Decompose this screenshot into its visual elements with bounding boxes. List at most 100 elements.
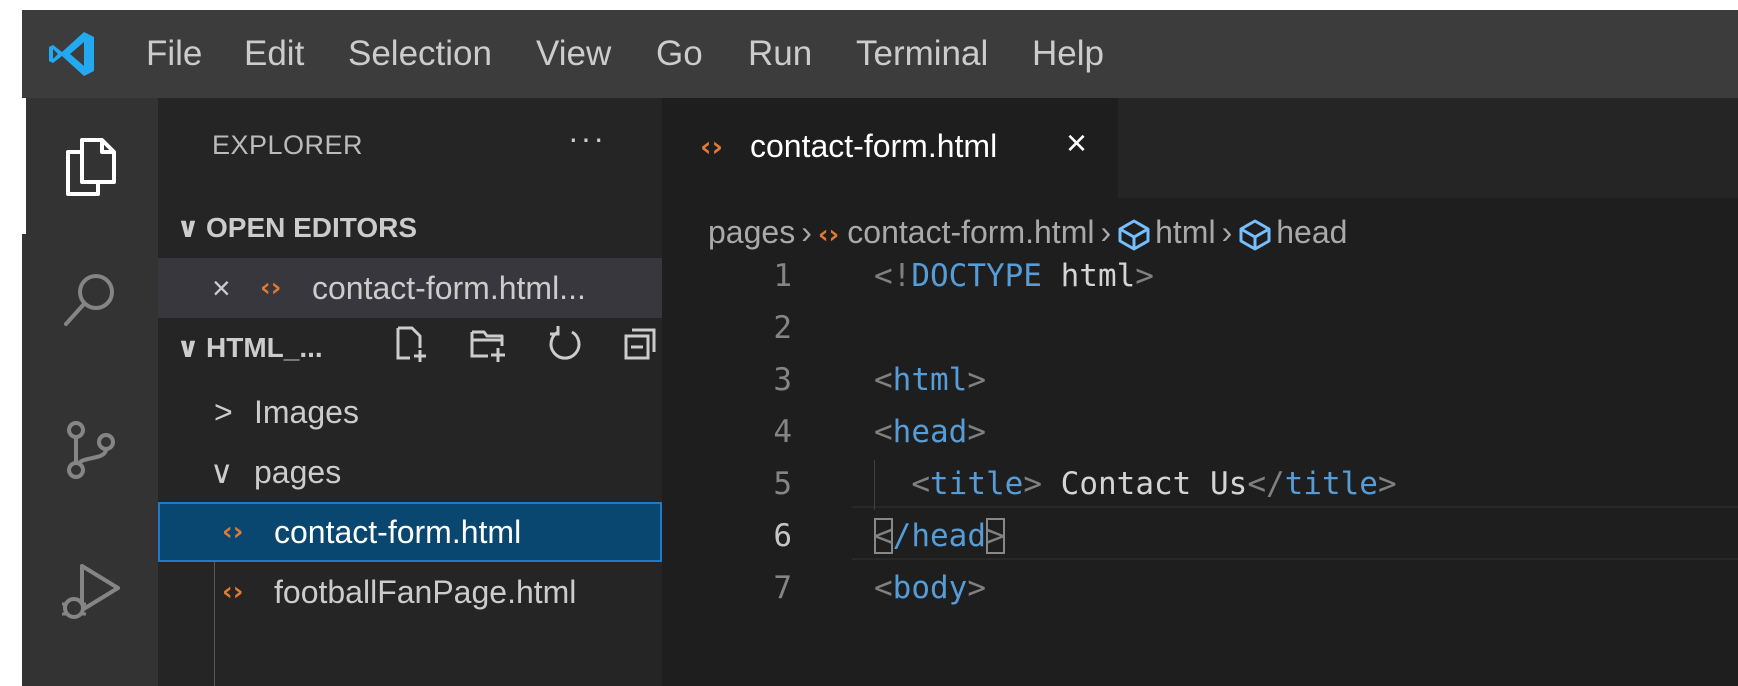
new-folder-icon[interactable] [468, 324, 508, 364]
breadcrumb-head[interactable]: head [1276, 214, 1347, 250]
workspace-label: HTML_... [206, 332, 323, 363]
element-symbol-icon [1118, 219, 1150, 251]
code-token: title [930, 466, 1024, 502]
file-contact-form[interactable]: ‹› contact-form.html [158, 502, 662, 562]
code-token: < [874, 570, 893, 606]
code-token: > [1377, 466, 1397, 502]
open-editor-label: contact-form.html... [312, 270, 586, 306]
code-token: > [1023, 466, 1042, 502]
close-icon[interactable]: × [1066, 122, 1087, 164]
folder-label: pages [254, 454, 342, 490]
code-token: DOCTYPE [911, 258, 1061, 294]
chevron-down-icon: ∨ [176, 332, 200, 363]
explorer-icon[interactable] [56, 132, 124, 200]
menu-edit[interactable]: Edit [244, 32, 304, 76]
breadcrumb-html[interactable]: html [1155, 214, 1215, 250]
code-line[interactable]: 6 </head> [662, 510, 1738, 562]
html-file-icon: ‹› [700, 130, 724, 163]
open-editors-header[interactable]: ∨ OPEN EDITORS [170, 202, 417, 254]
explorer-title: EXPLORER [212, 130, 364, 160]
code-token: > [967, 570, 986, 606]
chevron-down-icon: ∨ [176, 212, 200, 243]
folder-pages[interactable]: ∨ pages [158, 442, 662, 502]
collapse-all-icon[interactable] [620, 324, 660, 364]
code-token: html [892, 362, 968, 398]
search-icon[interactable] [56, 266, 124, 334]
menu-selection[interactable]: Selection [348, 32, 492, 76]
code-line[interactable]: 2 [662, 302, 1738, 354]
line-number: 4 [773, 414, 792, 450]
source-control-icon[interactable] [56, 416, 124, 484]
html-file-icon: ‹› [260, 273, 282, 303]
tab-label: contact-form.html [750, 128, 998, 164]
code-token: < [874, 414, 893, 450]
breadcrumb-folder[interactable]: pages [708, 214, 795, 250]
code-token: < [874, 518, 893, 554]
code-token: title [1284, 466, 1378, 502]
vscode-window: File Edit Selection View Go Run Terminal… [22, 10, 1738, 686]
active-view-indicator [22, 98, 26, 234]
line-number: 1 [773, 258, 792, 294]
refresh-icon[interactable] [544, 324, 584, 364]
file-label: footballFanPage.html [274, 574, 577, 610]
menu-go[interactable]: Go [656, 32, 703, 76]
file-football-fan-page[interactable]: ‹› footballFanPage.html [158, 562, 662, 622]
menu-view[interactable]: View [536, 32, 611, 76]
chevron-right-icon: › [1221, 214, 1233, 250]
code-line[interactable]: 4 <head> [662, 406, 1738, 458]
code-token: < [911, 466, 930, 502]
file-label: contact-form.html [274, 514, 522, 550]
code-text: <head> [874, 406, 986, 458]
line-number: 2 [773, 310, 792, 346]
folder-images[interactable]: > Images [158, 382, 662, 442]
vscode-logo-icon [49, 32, 94, 76]
menu-terminal[interactable]: Terminal [856, 32, 988, 76]
html-file-icon: ‹› [817, 220, 840, 250]
menu-help[interactable]: Help [1032, 32, 1104, 76]
chevron-right-icon: > [214, 394, 233, 430]
code-token: /head [892, 518, 986, 554]
code-token: < [874, 362, 893, 398]
chevron-right-icon: › [1100, 214, 1112, 250]
code-text: <body> [874, 562, 986, 614]
explorer-sidebar: EXPLORER ··· ∨ OPEN EDITORS × ‹› contact-… [158, 98, 662, 686]
breadcrumb-file[interactable]: contact-form.html [847, 214, 1094, 250]
code-text: </head> [874, 510, 1005, 562]
editor-area: ‹› contact-form.html × pages › ‹› contact-f… [662, 98, 1738, 686]
code-text: <title> Contact Us</title> [874, 458, 1397, 510]
workspace-header[interactable]: ∨ HTML_... [170, 322, 323, 374]
code-line[interactable]: 3 <html> [662, 354, 1738, 406]
folder-label: Images [254, 394, 359, 430]
code-token: > [986, 518, 1005, 554]
line-number: 5 [773, 466, 792, 502]
code-token: <! [874, 258, 912, 294]
chevron-down-icon: ∨ [210, 454, 234, 490]
line-number: 7 [773, 570, 792, 606]
html-file-icon: ‹› [222, 517, 244, 547]
code-line[interactable]: 7 <body> [662, 562, 1738, 614]
more-actions-icon[interactable]: ··· [568, 120, 606, 157]
new-file-icon[interactable] [392, 324, 432, 364]
open-editors-label: OPEN EDITORS [206, 212, 418, 243]
code-line[interactable]: 5 <title> Contact Us</title> [662, 458, 1738, 510]
code-line[interactable]: 1 <!DOCTYPE html> [662, 250, 1738, 302]
code-token: > [967, 362, 986, 398]
line-number: 6 [773, 518, 792, 554]
open-editor-item[interactable]: × ‹› contact-form.html... [158, 258, 662, 318]
activity-bar [22, 98, 158, 686]
menu-run[interactable]: Run [748, 32, 812, 76]
code-token: html [1060, 258, 1136, 294]
html-file-icon: ‹› [222, 577, 244, 607]
code-token: body [892, 570, 968, 606]
menu-bar: File Edit Selection View Go Run Terminal… [22, 10, 1738, 98]
chevron-right-icon: › [801, 214, 812, 250]
code-text: <html> [874, 354, 986, 406]
close-icon[interactable]: × [212, 268, 231, 308]
code-token: > [1135, 258, 1154, 294]
menu-file[interactable]: File [146, 32, 202, 76]
line-number: 3 [773, 362, 792, 398]
run-debug-icon[interactable] [56, 556, 124, 624]
tab-strip: ‹› contact-form.html × [662, 98, 1738, 198]
tab-contact-form[interactable]: ‹› contact-form.html × [662, 98, 1118, 198]
